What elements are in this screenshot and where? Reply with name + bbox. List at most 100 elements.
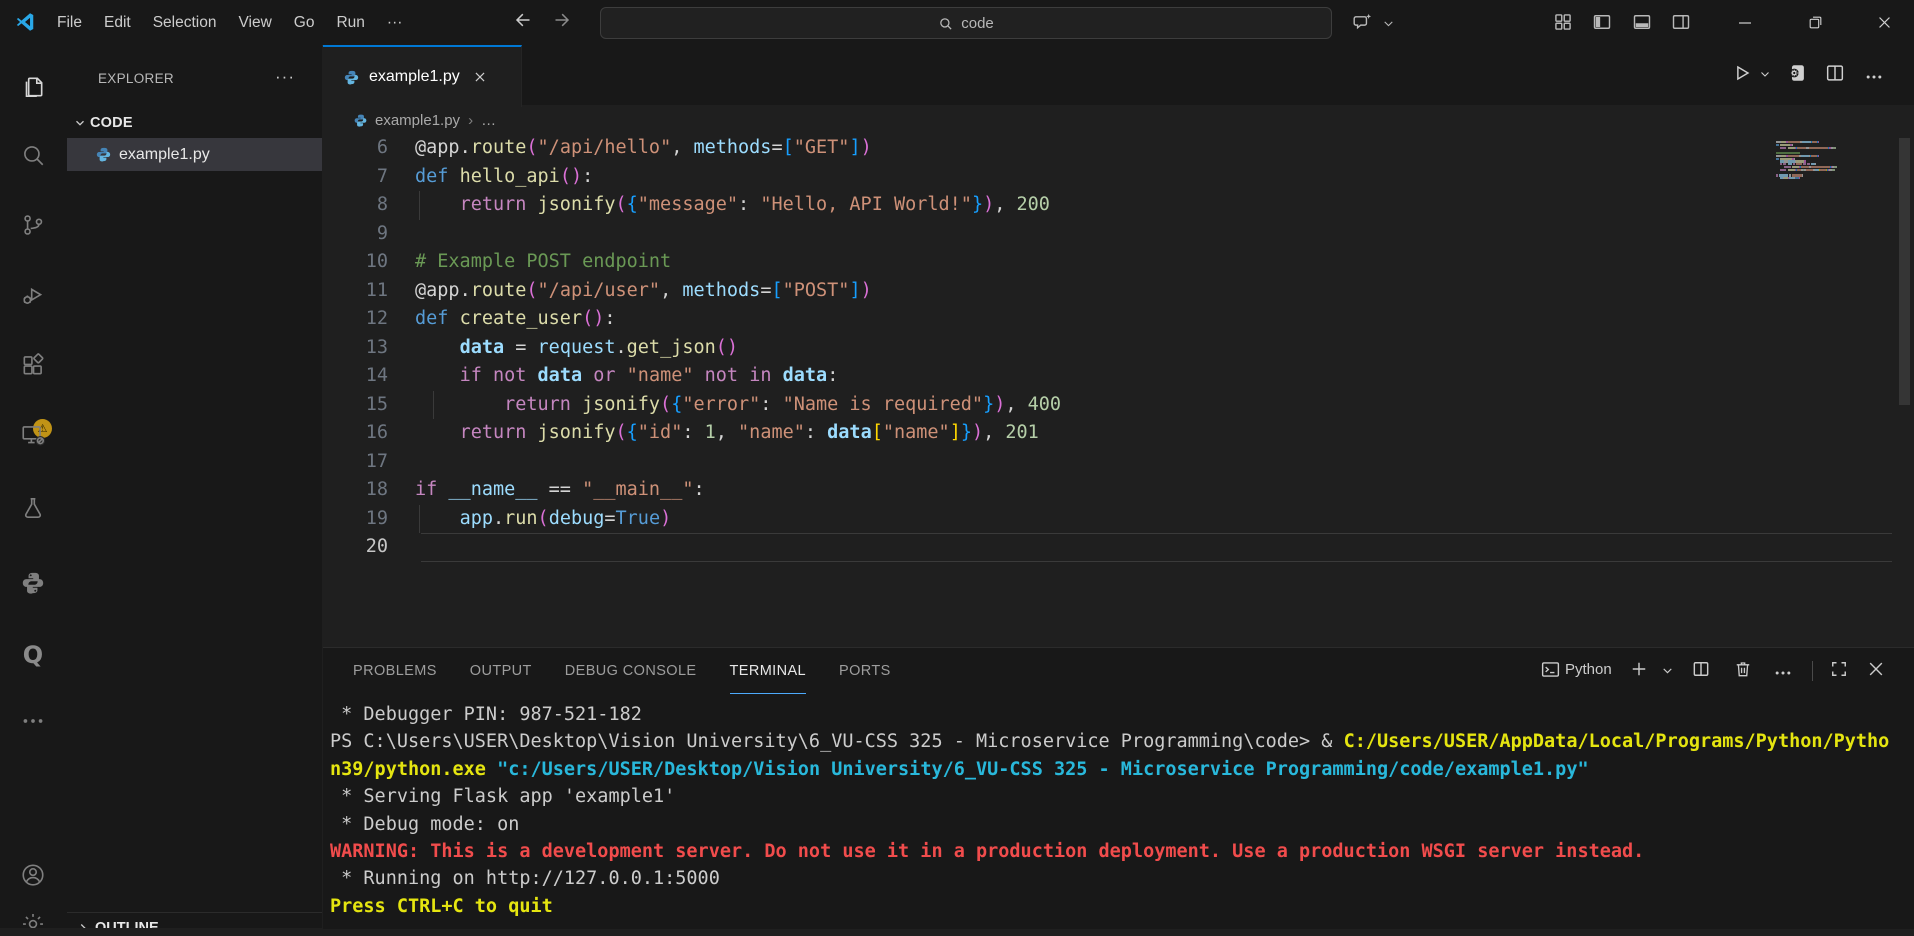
vscode-window: FileEditSelectionViewGoRun··· code bbox=[0, 0, 1914, 928]
python-extension-icon[interactable] bbox=[20, 570, 46, 596]
code-line-11[interactable]: 11@app.route("/api/user", methods=["POST… bbox=[323, 277, 1914, 306]
split-editor-icon[interactable] bbox=[1824, 62, 1846, 84]
code-text: @app.route("/api/hello", methods=["GET"]… bbox=[415, 134, 872, 163]
explorer-sidebar: EXPLORER ··· CODE example1.py OUTLINE bbox=[67, 45, 322, 928]
close-panel-icon[interactable] bbox=[1866, 659, 1886, 679]
code-line-18[interactable]: 18if __name__ == "__main__": bbox=[323, 476, 1914, 505]
code-line-10[interactable]: 10# Example POST endpoint bbox=[323, 248, 1914, 277]
panel-tab-terminal[interactable]: TERMINAL bbox=[730, 648, 807, 694]
panel-tab-debug-console[interactable]: DEBUG CONSOLE bbox=[565, 648, 697, 694]
vscode-logo-icon bbox=[14, 11, 36, 33]
more-views-icon[interactable] bbox=[20, 708, 46, 734]
terminal-line-4: * Serving Flask app 'example1' bbox=[323, 783, 1914, 810]
extensions-icon[interactable] bbox=[20, 352, 46, 378]
customize-layout-icon[interactable] bbox=[1553, 12, 1573, 32]
menu-view[interactable]: View bbox=[227, 10, 282, 36]
code-text: if not data or "name" not in data: bbox=[415, 362, 838, 391]
explorer-more-actions-icon[interactable]: ··· bbox=[275, 67, 295, 87]
explorer-icon[interactable] bbox=[20, 74, 46, 100]
line-number: 16 bbox=[323, 419, 415, 448]
tab-close-icon[interactable] bbox=[473, 70, 487, 84]
line-number: 6 bbox=[323, 134, 415, 163]
code-line-8[interactable]: 8 return jsonify({"message": "Hello, API… bbox=[323, 191, 1914, 220]
new-terminal-icon[interactable] bbox=[1629, 659, 1649, 679]
breadcrumb-symbol-ellipsis[interactable]: … bbox=[481, 112, 496, 129]
line-number: 13 bbox=[323, 334, 415, 363]
run-file-icon[interactable] bbox=[1731, 62, 1753, 84]
maximize-panel-icon[interactable] bbox=[1829, 659, 1849, 679]
menu-run[interactable]: Run bbox=[325, 10, 375, 36]
run-and-debug-icon[interactable] bbox=[20, 282, 46, 308]
menu-edit[interactable]: Edit bbox=[93, 10, 142, 36]
code-line-6[interactable]: 6@app.route("/api/hello", methods=["GET"… bbox=[323, 134, 1914, 163]
toggle-secondary-sidebar-icon[interactable] bbox=[1671, 12, 1691, 32]
panel-tab-ports[interactable]: PORTS bbox=[839, 648, 891, 694]
panel-tab-problems[interactable]: PROBLEMS bbox=[353, 648, 437, 694]
code-text: app.run(debug=True) bbox=[415, 505, 671, 534]
testing-icon[interactable] bbox=[20, 495, 46, 521]
code-line-13[interactable]: 13 data = request.get_json() bbox=[323, 334, 1914, 363]
file-gear-icon[interactable] bbox=[1786, 62, 1808, 84]
q-assistant-icon[interactable]: Q bbox=[20, 642, 46, 668]
tab-example1-py[interactable]: example1.py bbox=[323, 45, 522, 107]
toggle-panel-icon[interactable] bbox=[1632, 12, 1652, 32]
code-line-16[interactable]: 16 return jsonify({"id": 1, "name": data… bbox=[323, 419, 1914, 448]
menu-go[interactable]: Go bbox=[283, 10, 326, 36]
terminal-line-5: * Debug mode: on bbox=[323, 811, 1914, 838]
run-dropdown-chevron-icon[interactable] bbox=[1759, 68, 1771, 80]
line-number: 12 bbox=[323, 305, 415, 334]
split-terminal-icon[interactable] bbox=[1691, 659, 1711, 679]
menu-selection[interactable]: Selection bbox=[142, 10, 228, 36]
code-line-7[interactable]: 7def hello_api(): bbox=[323, 163, 1914, 192]
toggle-primary-sidebar-icon[interactable] bbox=[1592, 12, 1612, 32]
chevron-down-icon bbox=[73, 116, 87, 130]
code-editor[interactable]: 6@app.route("/api/hello", methods=["GET"… bbox=[323, 134, 1914, 562]
command-center-search[interactable]: code bbox=[600, 7, 1332, 39]
folder-section-code[interactable]: CODE bbox=[67, 107, 322, 138]
outline-section[interactable]: OUTLINE bbox=[67, 912, 322, 928]
code-text: data = request.get_json() bbox=[415, 334, 738, 363]
restore-button[interactable] bbox=[1792, 0, 1838, 45]
code-line-9[interactable]: 9 bbox=[323, 220, 1914, 249]
menu-[interactable]: ··· bbox=[376, 10, 414, 36]
breadcrumb-file[interactable]: example1.py bbox=[375, 112, 460, 129]
line-number: 14 bbox=[323, 362, 415, 391]
search-sidebar-icon[interactable] bbox=[20, 142, 46, 168]
settings-gear-icon[interactable] bbox=[20, 911, 46, 928]
terminal-line-1: * Debugger PIN: 987-521-182 bbox=[323, 701, 1914, 728]
search-icon bbox=[938, 16, 953, 31]
account-icon[interactable] bbox=[20, 862, 46, 888]
code-line-12[interactable]: 12def create_user(): bbox=[323, 305, 1914, 334]
activity-bar: ⚠ Q bbox=[0, 45, 68, 928]
folder-name: CODE bbox=[90, 115, 133, 131]
editor-more-actions-icon[interactable] bbox=[1864, 67, 1884, 87]
nav-forward-icon[interactable] bbox=[553, 10, 573, 30]
remote-explorer-icon[interactable] bbox=[20, 422, 46, 448]
close-window-button[interactable] bbox=[1861, 0, 1907, 45]
file-item-example1-py[interactable]: example1.py bbox=[67, 138, 322, 171]
terminal-dropdown-chevron-icon[interactable] bbox=[1661, 664, 1674, 677]
vertical-scrollbar[interactable] bbox=[1899, 138, 1910, 405]
code-line-19[interactable]: 19 app.run(debug=True) bbox=[323, 505, 1914, 534]
code-line-17[interactable]: 17 bbox=[323, 448, 1914, 477]
minimap[interactable] bbox=[1776, 141, 1896, 183]
source-control-icon[interactable] bbox=[20, 212, 46, 238]
copilot-chat-icon[interactable] bbox=[1352, 12, 1373, 33]
title-bar: FileEditSelectionViewGoRun··· code bbox=[0, 0, 1914, 46]
panel-more-actions-icon[interactable] bbox=[1773, 663, 1793, 683]
terminal-output[interactable]: * Debugger PIN: 987-521-182PS C:\Users\U… bbox=[323, 694, 1914, 936]
breadcrumb[interactable]: example1.py › … bbox=[323, 105, 1914, 135]
menu-file[interactable]: File bbox=[46, 10, 93, 36]
kill-terminal-trash-icon[interactable] bbox=[1733, 659, 1753, 679]
code-line-15[interactable]: 15 return jsonify({"error": "Name is req… bbox=[323, 391, 1914, 420]
explorer-header: EXPLORER ··· bbox=[67, 65, 322, 95]
panel-tab-output[interactable]: OUTPUT bbox=[470, 648, 532, 694]
code-line-20[interactable]: 20 bbox=[323, 533, 1914, 562]
chevron-down-icon[interactable] bbox=[1382, 17, 1395, 30]
code-line-14[interactable]: 14 if not data or "name" not in data: bbox=[323, 362, 1914, 391]
nav-back-icon[interactable] bbox=[512, 10, 532, 30]
terminal-line-2: PS C:\Users\USER\Desktop\Vision Universi… bbox=[323, 728, 1914, 755]
terminal-shell-label[interactable]: Python bbox=[1565, 661, 1612, 678]
line-number: 17 bbox=[323, 448, 415, 477]
minimize-button[interactable] bbox=[1722, 0, 1768, 45]
